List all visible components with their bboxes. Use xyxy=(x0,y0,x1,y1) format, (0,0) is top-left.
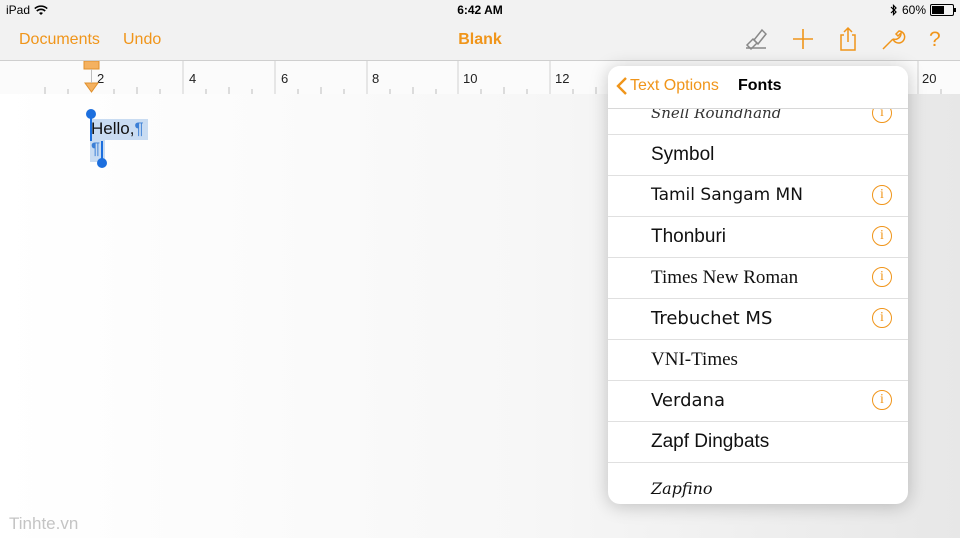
chevron-left-icon xyxy=(616,77,627,95)
font-item-tamil-sangam-mn[interactable]: Tamil Sangam MN i xyxy=(608,175,908,217)
ruler-label: 6 xyxy=(281,71,289,86)
info-icon[interactable]: i xyxy=(872,267,892,287)
status-bar: iPad 6:42 AM 60% xyxy=(0,0,960,20)
info-icon[interactable]: i xyxy=(872,226,892,246)
watermark: Tinhte.vn xyxy=(9,514,79,533)
status-time: 6:42 AM xyxy=(457,3,503,17)
selection-end-handle[interactable] xyxy=(97,158,107,168)
indent-marker-icon[interactable] xyxy=(83,61,101,94)
popover-header: Text Options Fonts xyxy=(608,66,908,109)
info-icon[interactable]: i xyxy=(872,185,892,205)
document-body-text: Hello, xyxy=(91,119,135,138)
wrench-icon[interactable] xyxy=(880,26,906,52)
font-name: Zapf Dingbats xyxy=(651,431,770,452)
pilcrow-mark: ¶ xyxy=(91,139,101,158)
info-icon[interactable]: i xyxy=(872,390,892,410)
battery-level xyxy=(932,6,944,14)
font-name: Times New Roman xyxy=(651,267,799,288)
selection-start-bar xyxy=(90,117,92,141)
font-item-symbol[interactable]: Symbol xyxy=(608,134,908,176)
document-title: Blank xyxy=(458,31,502,48)
font-item-vni-times[interactable]: VNI-Times xyxy=(608,339,908,381)
battery-icon xyxy=(930,4,956,16)
plus-icon[interactable] xyxy=(790,26,816,52)
font-name: VNI-Times xyxy=(651,349,738,370)
font-item-thonburi[interactable]: Thonburi i xyxy=(608,216,908,258)
ruler-label: 10 xyxy=(463,71,478,86)
fonts-popover: Text Options Fonts Snell Roundhand i Sym… xyxy=(608,66,908,504)
font-name: Trebuchet MS xyxy=(651,308,773,329)
ruler-label: 12 xyxy=(555,71,570,86)
font-name: Zapfino xyxy=(651,479,713,498)
font-name: Verdana xyxy=(651,390,725,411)
toolbar: Documents Undo Blank ? xyxy=(0,20,960,60)
font-name: Thonburi xyxy=(651,226,726,247)
back-label: Text Options xyxy=(630,77,719,94)
document-text[interactable]: Hello,¶ ¶ xyxy=(91,119,144,159)
pilcrow-mark: ¶ xyxy=(134,119,144,138)
share-icon[interactable] xyxy=(835,26,861,52)
battery-percent: 60% xyxy=(901,3,926,17)
font-item-zapfino[interactable]: Zapfino xyxy=(608,462,908,503)
ruler-label: 8 xyxy=(372,71,380,86)
font-item-verdana[interactable]: Verdana i xyxy=(608,380,908,422)
status-right: 60% xyxy=(890,3,956,17)
font-item-trebuchet-ms[interactable]: Trebuchet MS i xyxy=(608,298,908,340)
popover-title: Fonts xyxy=(738,77,782,94)
bluetooth-icon xyxy=(890,4,897,16)
help-icon[interactable]: ? xyxy=(929,28,941,52)
ruler-label: 4 xyxy=(189,71,197,86)
font-item-zapf-dingbats[interactable]: Zapf Dingbats xyxy=(608,421,908,463)
font-name: Tamil Sangam MN xyxy=(651,185,803,205)
info-icon[interactable]: i xyxy=(872,308,892,328)
paintbrush-icon[interactable] xyxy=(743,26,769,52)
back-button[interactable]: Text Options xyxy=(616,76,719,96)
font-item-times-new-roman[interactable]: Times New Roman i xyxy=(608,257,908,299)
font-name: Symbol xyxy=(651,144,715,165)
ruler-label: 20 xyxy=(922,71,937,86)
